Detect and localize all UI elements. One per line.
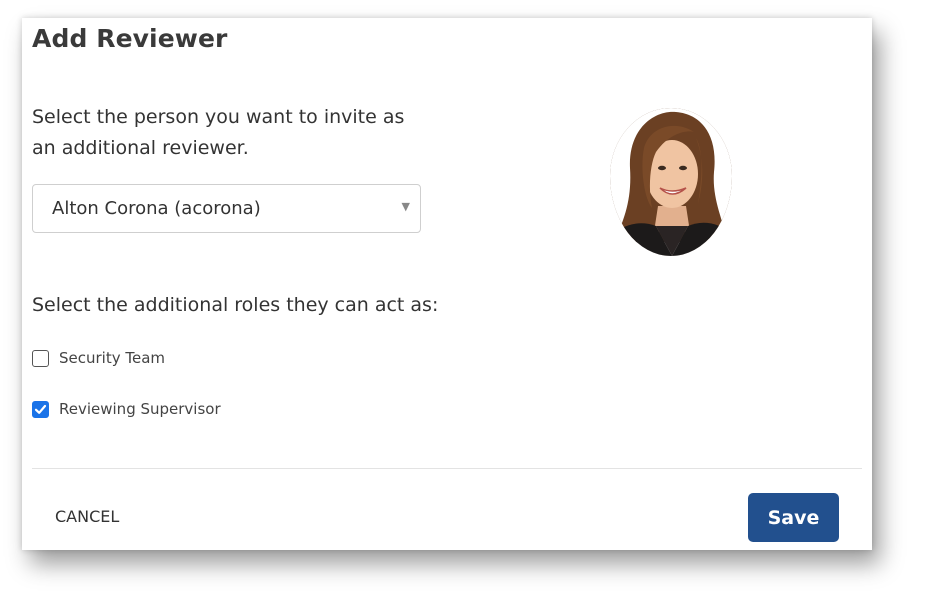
person-photo-icon <box>610 108 732 256</box>
reviewer-select-value: Alton Corona (acorona) <box>52 198 261 219</box>
reviewer-select[interactable]: Alton Corona (acorona) ▼ <box>32 184 421 233</box>
reviewing-supervisor-checkbox[interactable] <box>32 400 49 418</box>
page: Add Reviewer Select the person you want … <box>0 0 928 597</box>
cancel-button[interactable]: CANCEL <box>55 507 119 526</box>
dialog-title: Add Reviewer <box>32 24 228 53</box>
security-team-label[interactable]: Security Team <box>59 349 165 367</box>
avatar <box>610 108 732 256</box>
checkmark-icon <box>34 404 47 414</box>
role-option-security-team[interactable]: Security Team <box>32 347 165 369</box>
add-reviewer-dialog: Add Reviewer Select the person you want … <box>22 18 872 550</box>
security-team-checkbox[interactable] <box>32 349 49 367</box>
role-option-reviewing-supervisor[interactable]: Reviewing Supervisor <box>32 398 221 420</box>
roles-prompt: Select the additional roles they can act… <box>32 294 439 316</box>
reviewing-supervisor-label[interactable]: Reviewing Supervisor <box>59 400 221 418</box>
person-prompt: Select the person you want to invite as … <box>32 106 405 159</box>
footer-divider <box>32 468 862 469</box>
caret-down-icon: ▼ <box>401 200 410 213</box>
save-button[interactable]: Save <box>748 493 839 542</box>
